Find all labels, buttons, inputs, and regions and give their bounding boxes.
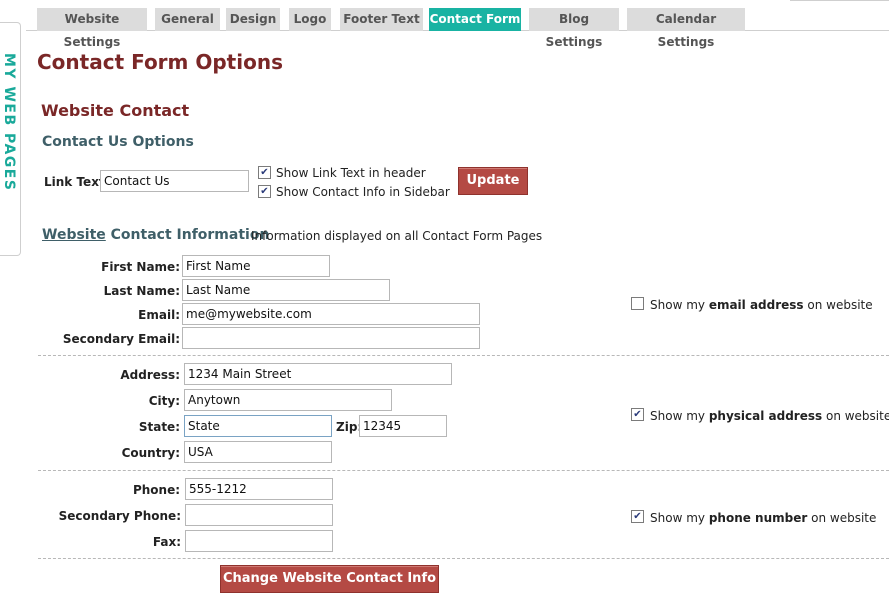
secondary-phone-label: Secondary Phone: [58, 509, 181, 523]
tab-general[interactable]: General [155, 8, 220, 31]
address-label: Address: [120, 368, 180, 382]
contact-info-note: Information displayed on all Contact For… [251, 229, 543, 243]
fax-input[interactable] [185, 530, 333, 552]
show-address-label: Show my physical address on website [650, 409, 889, 423]
checkmark-icon: ✔ [633, 510, 642, 522]
checkmark-icon: ✔ [260, 166, 269, 178]
first-name-input[interactable] [182, 255, 330, 277]
state-input[interactable] [184, 415, 332, 437]
last-name-input[interactable] [182, 279, 390, 301]
country-input[interactable] [184, 441, 332, 463]
address-input[interactable] [184, 363, 452, 385]
page-title: Contact Form Options [37, 50, 283, 74]
section-title: Website Contact [41, 101, 190, 120]
city-label: City: [148, 394, 180, 408]
show-address-checkbox[interactable]: ✔ [631, 408, 644, 421]
show-link-checkbox[interactable]: ✔ [258, 166, 271, 179]
show-info-label: Show Contact Info in Sidebar [276, 185, 450, 199]
change-contact-info-button[interactable]: Change Website Contact Info [220, 565, 439, 593]
checkmark-icon: ✔ [633, 408, 642, 420]
top-right-divider [790, 0, 889, 1]
link-text-input[interactable] [100, 170, 249, 192]
tab-website-settings[interactable]: Website Settings [37, 8, 147, 49]
section-divider [38, 470, 889, 471]
state-label: State: [138, 420, 180, 434]
show-email-checkbox[interactable] [631, 297, 644, 310]
my-web-pages-side-tab[interactable]: MY WEB PAGES [0, 22, 21, 256]
checkmark-icon: ✔ [260, 185, 269, 197]
link-text-label: Link Text [44, 175, 105, 189]
show-link-label: Show Link Text in header [276, 166, 426, 180]
website-link[interactable]: Website [42, 227, 106, 243]
phone-input[interactable] [185, 478, 333, 500]
secondary-email-label: Secondary Email: [62, 332, 180, 346]
phone-label: Phone: [132, 483, 180, 497]
show-phone-label: Show my phone number on website [650, 511, 877, 525]
fax-label: Fax: [152, 535, 181, 549]
last-name-label: Last Name: [103, 284, 180, 298]
contact-info-heading-text: Contact Information [110, 227, 270, 243]
show-info-checkbox[interactable]: ✔ [258, 185, 271, 198]
secondary-phone-input[interactable] [185, 504, 333, 526]
email-input[interactable] [182, 303, 480, 325]
city-input[interactable] [184, 389, 392, 411]
update-button[interactable]: Update [458, 167, 528, 195]
tab-calendar-settings[interactable]: Calendar Settings [627, 8, 745, 49]
section-divider [38, 355, 889, 356]
show-phone-checkbox[interactable]: ✔ [631, 510, 644, 523]
side-tab-label: MY WEB PAGES [1, 53, 17, 192]
country-label: Country: [121, 446, 180, 460]
tab-contact-form[interactable]: Contact Form [429, 8, 521, 31]
section-divider [38, 558, 889, 559]
show-email-label: Show my email address on website [650, 298, 873, 312]
tab-footer-text[interactable]: Footer Text [340, 8, 423, 31]
secondary-email-input[interactable] [182, 327, 480, 349]
zip-input[interactable] [359, 415, 447, 437]
first-name-label: First Name: [101, 260, 180, 274]
email-label: Email: [138, 308, 180, 322]
contact-info-heading: Website Contact Information [42, 227, 269, 243]
tab-design[interactable]: Design [226, 8, 280, 31]
tab-logo[interactable]: Logo [289, 8, 331, 31]
tab-blog-settings[interactable]: Blog Settings [529, 8, 619, 49]
contact-us-options-heading: Contact Us Options [42, 134, 194, 150]
